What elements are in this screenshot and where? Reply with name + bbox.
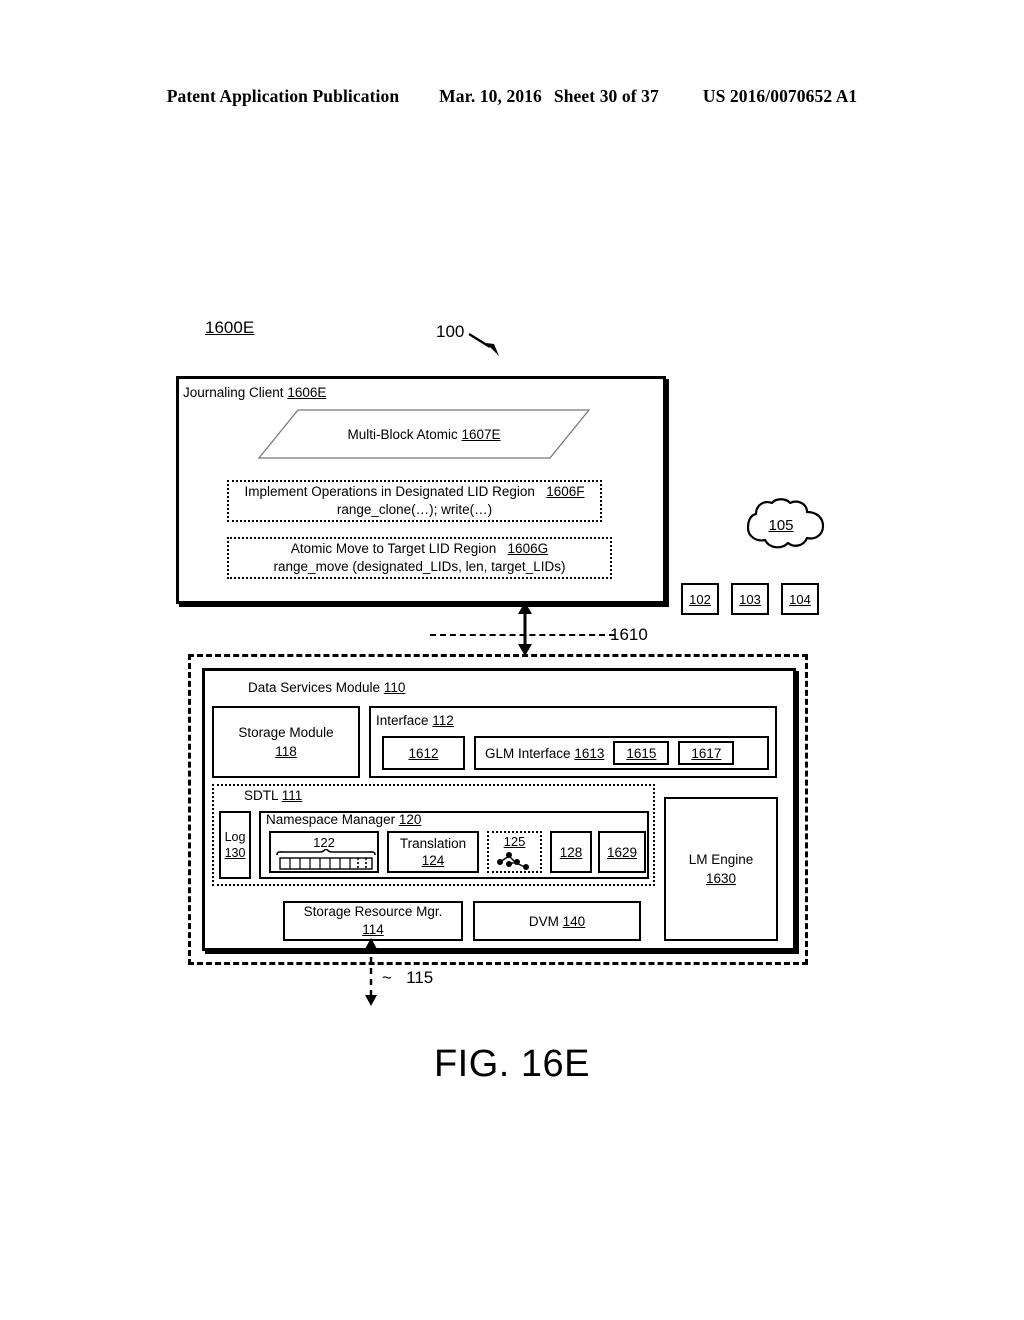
- interface-sub-box-1612: 1612: [382, 736, 465, 770]
- lid-map-box: 122: [269, 831, 379, 873]
- glm-sub-box-1615: 1615: [613, 741, 670, 765]
- network-cloud-ref: 105: [768, 516, 794, 534]
- client-module-arrow-icon: [516, 602, 534, 656]
- connector-115-ref: 115: [406, 968, 434, 987]
- dvm-box: DVM 140: [473, 901, 641, 941]
- translation-box: Translation 124: [387, 831, 479, 873]
- atomic-move-line1: Atomic Move to Target LID Region 1606G: [290, 541, 549, 556]
- atomic-move-line2: range_move (designated_LIDs, len, target…: [273, 559, 566, 574]
- lid-map-cells-icon: [276, 849, 376, 870]
- namespace-sub-box-1629: 1629: [598, 831, 646, 873]
- implement-operations-line2: range_clone(…); write(…): [336, 502, 493, 517]
- glm-interface-label: GLM Interface 1613: [485, 745, 605, 761]
- data-services-module-ref: 110: [383, 680, 406, 695]
- data-services-module-label: Data Services Module 110: [248, 680, 406, 695]
- namespace-sub-box-128: 128: [550, 831, 592, 873]
- figure-id-label: 1600E: [205, 318, 255, 337]
- network-cloud-icon: 105: [728, 497, 834, 553]
- tree-nodes-icon: [497, 852, 529, 870]
- sdtl-ref: 111: [281, 788, 303, 803]
- log-box: Log 130: [219, 811, 251, 879]
- header-sheet: Sheet 30 of 37: [553, 86, 659, 106]
- network-node-104: 104: [781, 583, 819, 615]
- network-node-103: 103: [731, 583, 769, 615]
- journaling-client-ref: 1606E: [287, 385, 327, 400]
- implement-operations-box: Implement Operations in Designated LID R…: [227, 480, 602, 522]
- tree-structure-box: 125: [487, 831, 542, 873]
- lid-map-ref: 122: [313, 835, 335, 850]
- connector-1610-label: 1610: [610, 625, 648, 644]
- interface-ref: 112: [432, 713, 454, 728]
- multi-block-atomic-text: Multi-Block Atomic 1607E: [258, 409, 590, 459]
- lm-engine-box: LM Engine 1630: [664, 797, 778, 941]
- journaling-client-label: Journaling Client 1606E: [183, 385, 326, 400]
- glm-sub-box-1617: 1617: [678, 741, 735, 765]
- connector-115-label: ~ 115: [382, 968, 433, 988]
- page-header: Patent Application Publication Mar. 10, …: [0, 86, 1024, 107]
- interface-label: Interface 112: [376, 713, 454, 728]
- namespace-manager-ref: 120: [398, 812, 422, 827]
- journaling-client-title: Journaling Client: [183, 385, 284, 400]
- figure-caption: FIG. 16E: [433, 1043, 591, 1085]
- implement-operations-ref: 1606F: [546, 484, 585, 499]
- storage-module-ref: 118: [275, 744, 297, 759]
- multi-block-atomic-label: Multi-Block Atomic: [347, 426, 458, 442]
- header-date: Mar. 10, 2016: [439, 86, 542, 106]
- glm-interface-ref: 1613: [574, 745, 605, 761]
- dvm-ref: 140: [562, 913, 586, 929]
- storage-resource-manager-ref: 114: [362, 922, 384, 937]
- glm-interface-group: GLM Interface 1613 1615 1617: [474, 736, 769, 770]
- system-ref-arrow-icon: [468, 331, 502, 357]
- network-cloud-text: 105: [728, 497, 834, 553]
- translation-ref: 124: [421, 853, 445, 868]
- implement-operations-line1: Implement Operations in Designated LID R…: [244, 484, 585, 499]
- module-storage-arrow-icon: [362, 938, 380, 1006]
- multi-block-atomic-shape: Multi-Block Atomic 1607E: [258, 409, 590, 459]
- atomic-move-ref: 1606G: [507, 541, 549, 556]
- multi-block-atomic-ref: 1607E: [461, 426, 501, 442]
- header-patent-number: US 2016/0070652 A1: [702, 86, 858, 106]
- atomic-move-box: Atomic Move to Target LID Region 1606G r…: [227, 537, 612, 579]
- lm-engine-ref: 1630: [705, 871, 737, 886]
- namespace-manager-label: Namespace Manager 120: [266, 812, 422, 827]
- network-node-102: 102: [681, 583, 719, 615]
- header-publication: Patent Application Publication: [166, 86, 400, 106]
- storage-resource-manager-box: Storage Resource Mgr. 114: [283, 901, 463, 941]
- storage-module-box: Storage Module 118: [212, 706, 360, 778]
- system-ref-label: 100: [436, 322, 465, 341]
- connector-1610-leader-line: [430, 634, 615, 636]
- connector-115-prefix: ~: [382, 968, 392, 987]
- tree-structure-ref: 125: [503, 834, 526, 849]
- sdtl-label: SDTL 111: [244, 788, 303, 803]
- log-ref: 130: [224, 846, 246, 860]
